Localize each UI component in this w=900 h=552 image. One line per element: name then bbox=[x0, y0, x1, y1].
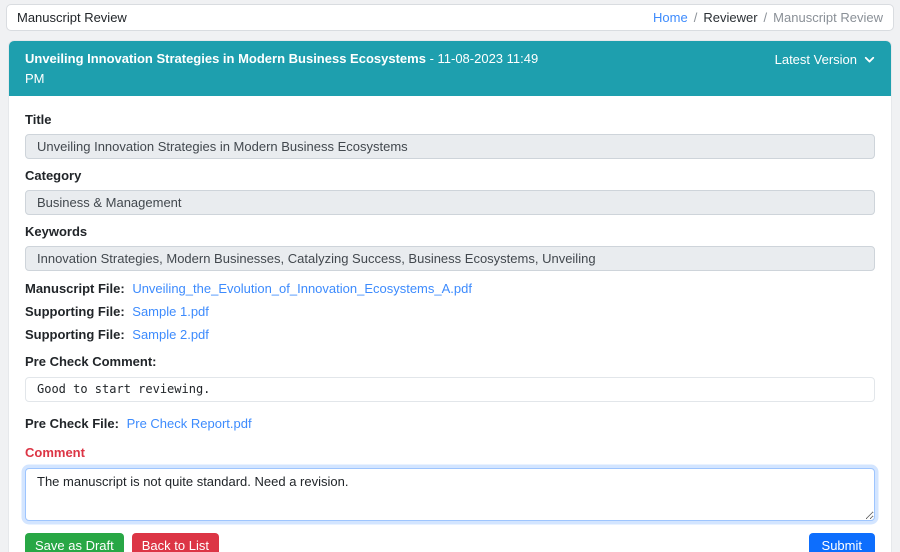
breadcrumb-separator: / bbox=[694, 10, 698, 25]
comment-textarea[interactable]: The manuscript is not quite standard. Ne… bbox=[25, 468, 875, 521]
version-dropdown[interactable]: Latest Version bbox=[775, 52, 875, 67]
manuscript-title: Unveiling Innovation Strategies in Moder… bbox=[25, 51, 426, 66]
back-to-list-button[interactable]: Back to List bbox=[132, 533, 219, 552]
supporting-file-row: Supporting File: Sample 1.pdf bbox=[25, 303, 875, 320]
chevron-down-icon bbox=[864, 54, 875, 65]
title-label: Title bbox=[25, 112, 875, 128]
pre-check-file-row: Pre Check File: Pre Check Report.pdf bbox=[25, 415, 875, 432]
manuscript-file-link[interactable]: Unveiling_the_Evolution_of_Innovation_Ec… bbox=[132, 281, 472, 296]
manuscript-heading: Unveiling Innovation Strategies in Moder… bbox=[25, 49, 540, 88]
pre-check-comment-label: Pre Check Comment: bbox=[25, 354, 875, 370]
supporting-file-label: Supporting File: bbox=[25, 327, 125, 342]
supporting-file-1-link[interactable]: Sample 1.pdf bbox=[132, 304, 209, 319]
breadcrumb-current: Manuscript Review bbox=[773, 10, 883, 25]
breadcrumb-home-link[interactable]: Home bbox=[653, 10, 688, 25]
supporting-file-row: Supporting File: Sample 2.pdf bbox=[25, 326, 875, 343]
manuscript-review-card: Unveiling Innovation Strategies in Moder… bbox=[8, 40, 892, 552]
keywords-label: Keywords bbox=[25, 224, 875, 240]
files-section: Manuscript File: Unveiling_the_Evolution… bbox=[25, 280, 875, 343]
pre-check-file-label: Pre Check File: bbox=[25, 416, 119, 431]
title-input bbox=[25, 134, 875, 159]
supporting-file-label: Supporting File: bbox=[25, 304, 125, 319]
pre-check-comment-box: Good to start reviewing. bbox=[25, 377, 875, 402]
category-label: Category bbox=[25, 168, 875, 184]
save-as-draft-button[interactable]: Save as Draft bbox=[25, 533, 124, 552]
breadcrumb-separator: / bbox=[764, 10, 768, 25]
topbar: Manuscript Review Home / Reviewer / Manu… bbox=[6, 4, 894, 31]
manuscript-file-label: Manuscript File: bbox=[25, 281, 125, 296]
supporting-file-2-link[interactable]: Sample 2.pdf bbox=[132, 327, 209, 342]
keywords-input bbox=[25, 246, 875, 271]
card-body: Title Category Keywords Manuscript File:… bbox=[9, 96, 891, 552]
actions-bar: Save as Draft Back to List Submit bbox=[25, 533, 875, 552]
breadcrumb-reviewer-link[interactable]: Reviewer bbox=[703, 10, 757, 25]
card-header: Unveiling Innovation Strategies in Moder… bbox=[9, 41, 891, 96]
breadcrumb: Home / Reviewer / Manuscript Review bbox=[653, 10, 883, 25]
manuscript-file-row: Manuscript File: Unveiling_the_Evolution… bbox=[25, 280, 875, 297]
pre-check-file-link[interactable]: Pre Check Report.pdf bbox=[127, 416, 252, 431]
page-title: Manuscript Review bbox=[17, 10, 127, 25]
version-dropdown-label: Latest Version bbox=[775, 52, 857, 67]
category-input bbox=[25, 190, 875, 215]
submit-button[interactable]: Submit bbox=[809, 533, 875, 552]
comment-label: Comment bbox=[25, 445, 875, 461]
